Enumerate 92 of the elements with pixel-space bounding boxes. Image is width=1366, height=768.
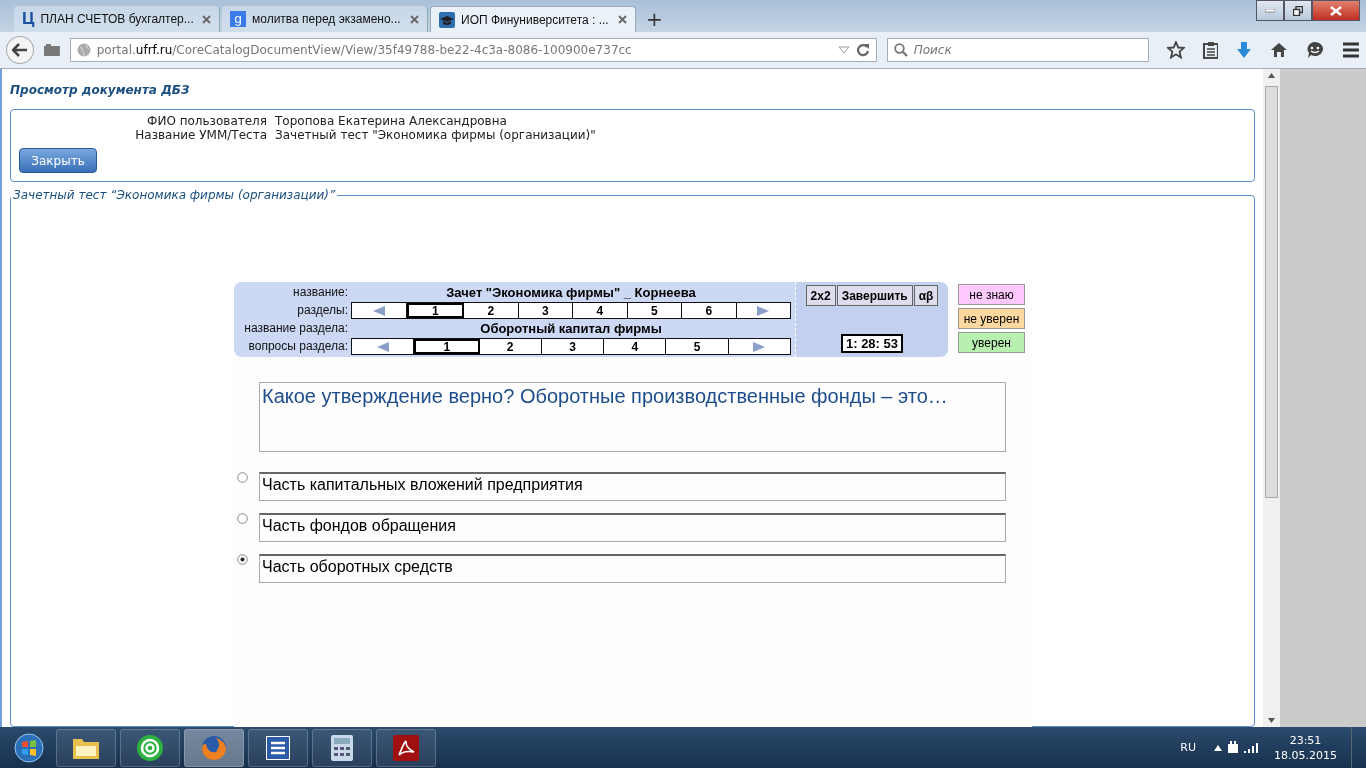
taskbar-app[interactable] <box>312 728 372 767</box>
back-button[interactable] <box>6 36 34 64</box>
restore-icon <box>1293 5 1303 16</box>
scroll-up-icon[interactable] <box>1268 73 1275 78</box>
close-window-button[interactable] <box>1312 0 1360 21</box>
confidence-button[interactable]: не уверен <box>958 308 1025 329</box>
field-label: вопросы раздела: <box>247 338 348 355</box>
restore-button[interactable] <box>1284 0 1312 21</box>
star-icon[interactable] <box>1166 41 1185 59</box>
home-icon[interactable] <box>1270 42 1289 58</box>
page-title: Просмотр документа ДБЗ <box>10 83 191 97</box>
left-arrow-icon <box>372 305 385 316</box>
graduation-cap-icon <box>439 11 455 28</box>
download-icon[interactable] <box>1236 41 1253 59</box>
browser-tab[interactable]: Ц ПЛАН СЧЕТОВ бухгалтер... <box>14 6 220 32</box>
language-indicator[interactable]: RU <box>1180 741 1196 754</box>
close-tab-icon[interactable] <box>618 15 627 24</box>
url-text: portal.ufrf.ru/CoreCatalogDocumentView/View/35f49788-be22-4c3a-8086-100900e737cc <box>96 43 633 57</box>
document-icon <box>265 734 291 761</box>
radio-button[interactable] <box>237 472 248 483</box>
timer: 1: 28: 53 <box>840 334 903 353</box>
section-name: Оборотный капитал фирмы <box>479 320 663 337</box>
question-tab[interactable]: 4 <box>604 339 667 354</box>
close-tab-icon[interactable] <box>410 14 419 24</box>
question-text: Какое утверждение верно? Оборотные производственные фонды – это… <box>259 382 1006 452</box>
question-tab[interactable]: 3 <box>541 339 605 354</box>
question-tab[interactable]: 5 <box>666 339 729 354</box>
browser-tab[interactable]: ИОП Финуниверситета : ... <box>430 6 636 32</box>
info-label: Название УММ/Теста <box>134 128 267 142</box>
question-tab[interactable]: 2 <box>479 339 542 354</box>
site-logo-icon: g <box>230 11 246 27</box>
close-tab-icon[interactable] <box>202 14 211 24</box>
info-label: ФИО пользователя <box>146 114 267 128</box>
search-icon <box>893 43 908 57</box>
chat-icon[interactable] <box>1306 41 1325 59</box>
question-tab[interactable]: 1 <box>414 339 480 354</box>
section-tab[interactable]: 6 <box>682 303 737 318</box>
scrollbar[interactable] <box>1263 69 1280 727</box>
answer-option[interactable]: Часть капитальных вложений предприятия <box>259 472 1006 501</box>
close-icon <box>1330 5 1342 16</box>
tool-button[interactable]: 2x2 <box>805 285 836 306</box>
confidence-button[interactable]: уверен <box>958 332 1025 353</box>
search-field[interactable]: Поиск <box>886 38 1149 62</box>
section-tab[interactable]: 2 <box>464 303 519 318</box>
answer-option[interactable]: Часть фондов обращения <box>259 513 1006 542</box>
answer-option[interactable]: Часть оборотных средств <box>259 554 1006 583</box>
section-tab[interactable]: 5 <box>627 303 682 318</box>
pdf-icon <box>392 733 420 762</box>
info-value: Зачетный тест "Экономика фирмы (организации)" <box>275 128 597 142</box>
back-arrow-icon <box>11 43 28 57</box>
clipboard-icon[interactable] <box>1202 41 1219 59</box>
calculator-icon <box>330 733 354 762</box>
taskbar-app[interactable] <box>56 728 116 767</box>
test-name: Зачет "Экономика фирмы" _ Корнеева <box>445 284 697 301</box>
section-tab[interactable]: 1 <box>406 303 464 318</box>
minimize-icon <box>1265 8 1275 13</box>
browser-tab[interactable]: g молитва перед экзамено... <box>222 6 428 32</box>
left-arrow-icon <box>376 341 389 352</box>
confidence-button[interactable]: не знаю <box>958 284 1025 305</box>
device-icon[interactable] <box>1226 740 1240 755</box>
field-label: разделы: <box>296 302 348 319</box>
scroll-down-icon[interactable] <box>1268 718 1275 723</box>
dropdown-icon[interactable] <box>837 46 850 54</box>
clock-time: 23:51 <box>1289 732 1322 748</box>
signal-icon[interactable] <box>1244 742 1258 753</box>
field-label: название: <box>292 284 348 301</box>
field-label: название раздела: <box>243 320 348 337</box>
tool-button[interactable]: αβ <box>913 285 939 306</box>
section-tab[interactable]: 3 <box>518 303 573 318</box>
clock-date: 18.05.2015 <box>1274 747 1337 763</box>
caret-up-icon[interactable] <box>1214 744 1222 751</box>
right-arrow-icon <box>757 305 770 316</box>
taskbar-app[interactable] <box>248 728 308 767</box>
close-button[interactable]: Закрыть <box>19 148 97 173</box>
taskbar-app[interactable] <box>120 728 180 767</box>
panel-legend: Зачетный тест “Экономика фирмы (организации)” <box>11 188 338 202</box>
radio-button[interactable] <box>237 513 248 524</box>
taskbar-app[interactable] <box>376 728 436 767</box>
info-value: Торопова Екатерина Александровна <box>275 114 508 128</box>
new-tab-button[interactable]: + <box>638 6 671 32</box>
tool-button[interactable]: Завершить <box>836 285 913 306</box>
address-bar[interactable]: portal.ufrf.ru/CoreCatalogDocumentView/View/35f49788-be22-4c3a-8086-100900e737cc <box>69 38 877 62</box>
site-logo-icon: Ц <box>22 9 35 29</box>
menu-icon[interactable] <box>1342 42 1360 58</box>
firefox-icon <box>200 733 228 762</box>
section-tab[interactable]: 4 <box>573 303 628 318</box>
right-arrow-icon <box>753 341 766 352</box>
globe-icon <box>76 43 91 57</box>
reload-icon[interactable] <box>855 43 870 57</box>
radio-button[interactable] <box>237 554 248 565</box>
bookmarks-bar-icon[interactable] <box>43 44 60 56</box>
minimize-button[interactable] <box>1256 0 1284 21</box>
